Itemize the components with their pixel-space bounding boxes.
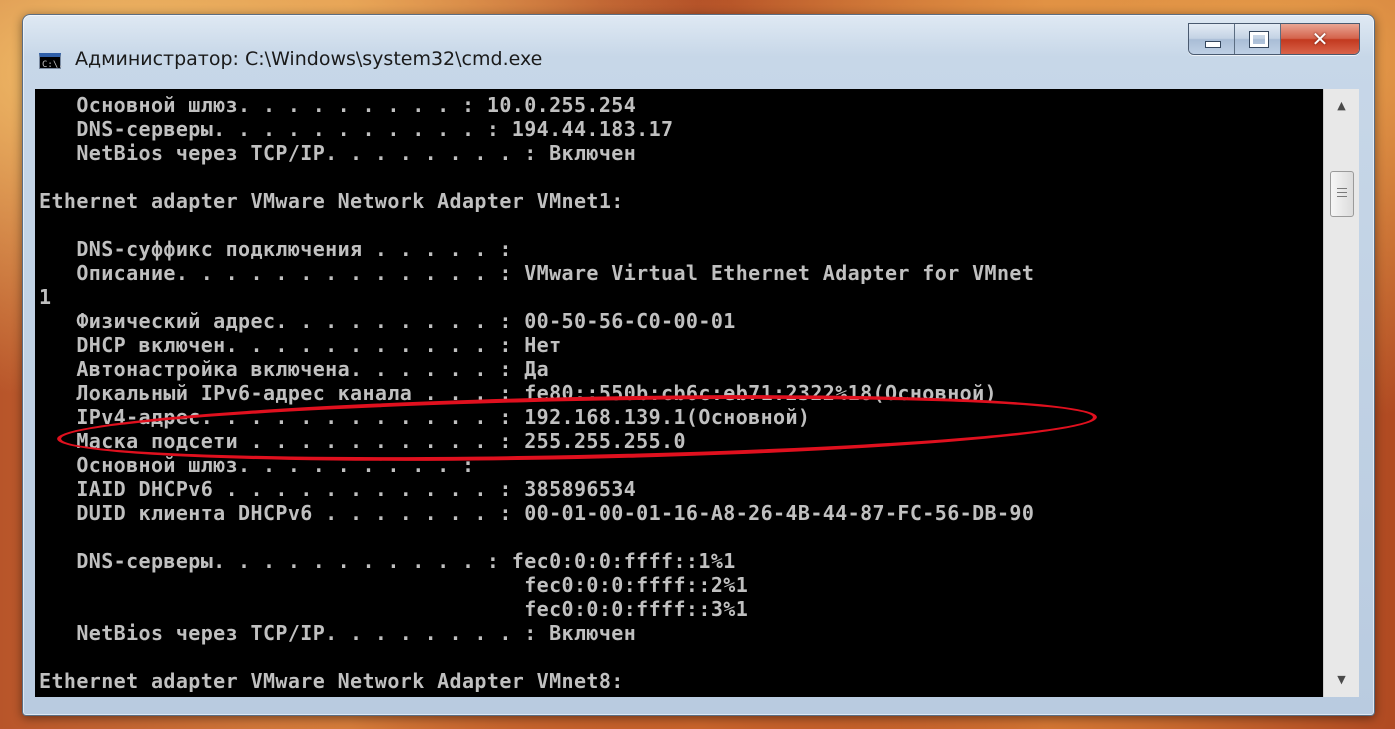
- console-line: Основной шлюз. . . . . . . . . : 10.0.25…: [39, 93, 637, 117]
- cmd-window[interactable]: C:\. Администратор: C:\Windows\system32\…: [22, 14, 1375, 716]
- console-line: Ethernet adapter VMware Network Adapter …: [39, 189, 624, 213]
- console-line: DNS-серверы. . . . . . . . . . . : 194.4…: [39, 117, 674, 141]
- console-line: DNS-суффикс подключения . . . . . :: [39, 237, 512, 261]
- caption-buttons: ✕: [1188, 23, 1360, 55]
- console-line: Ethernet adapter VMware Network Adapter …: [39, 669, 624, 693]
- console-line: DNS-серверы. . . . . . . . . . . : fec0:…: [39, 549, 736, 573]
- console-line: Локальный IPv6-адрес канала . . . : fe80…: [39, 381, 997, 405]
- console-line: DUID клиента DHCPv6 . . . . . . . : 00-0…: [39, 501, 1035, 525]
- close-icon: ✕: [1311, 27, 1329, 51]
- scroll-up-arrow-icon[interactable]: ▲: [1324, 89, 1359, 123]
- console-line: NetBios через TCP/IP. . . . . . . . : Вк…: [39, 141, 637, 165]
- scroll-down-arrow-icon[interactable]: ▼: [1324, 663, 1359, 697]
- console-output[interactable]: Основной шлюз. . . . . . . . . : 10.0.25…: [35, 89, 1323, 697]
- cmd-icon[interactable]: C:\.: [39, 53, 64, 70]
- minimize-icon: [1205, 41, 1221, 48]
- console-line: Автонастройка включена. . . . . . : Да: [39, 357, 550, 381]
- vertical-scrollbar[interactable]: ▲ ▼: [1323, 89, 1359, 697]
- maximize-icon: [1249, 31, 1269, 48]
- grip-line: [1337, 192, 1347, 193]
- close-button[interactable]: ✕: [1281, 24, 1359, 54]
- window-title: Администратор: C:\Windows\system32\cmd.e…: [75, 48, 543, 70]
- console-line: DHCP включен. . . . . . . . . . . : Нет: [39, 333, 562, 357]
- console-line: IAID DHCPv6 . . . . . . . . . . . : 3858…: [39, 477, 637, 501]
- console-line: NetBios через TCP/IP. . . . . . . . : Вк…: [39, 621, 637, 645]
- grip-line: [1337, 196, 1347, 197]
- scroll-thumb[interactable]: [1330, 171, 1354, 217]
- console-line: Маска подсети . . . . . . . . . . : 255.…: [39, 429, 686, 453]
- console-line: fec0:0:0:ffff::2%1: [39, 573, 749, 597]
- console-line: Описание. . . . . . . . . . . . . : VMwa…: [39, 261, 1035, 285]
- console-line: IPv4-адрес. . . . . . . . . . . . : 192.…: [39, 405, 811, 429]
- console-line: 1: [39, 285, 52, 309]
- title-bar[interactable]: C:\. Администратор: C:\Windows\system32\…: [23, 15, 1374, 89]
- minimize-button[interactable]: [1189, 24, 1235, 54]
- console-line: Основной шлюз. . . . . . . . . :: [39, 453, 475, 477]
- maximize-button[interactable]: [1235, 24, 1281, 54]
- console-line: fec0:0:0:ffff::3%1: [39, 597, 749, 621]
- grip-line: [1337, 188, 1347, 189]
- console-line: Физический адрес. . . . . . . . . : 00-5…: [39, 309, 736, 333]
